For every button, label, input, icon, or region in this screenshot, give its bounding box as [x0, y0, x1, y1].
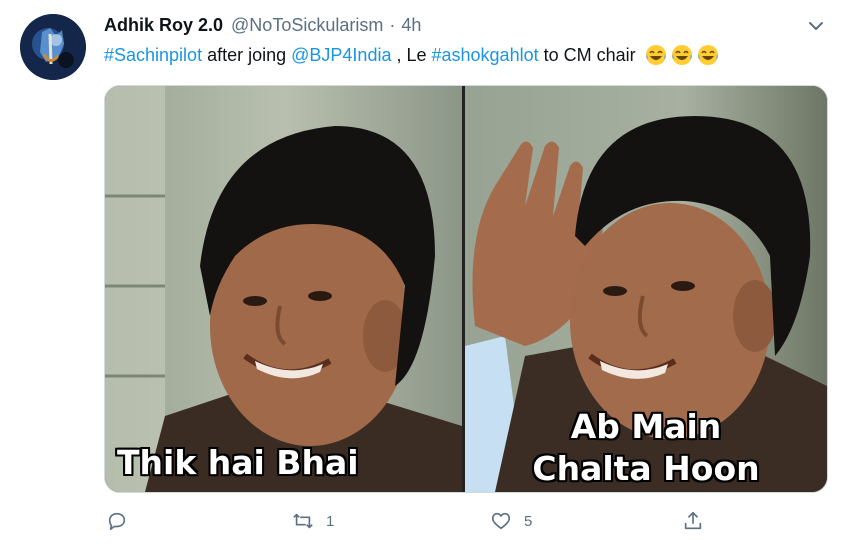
reply-button[interactable] — [106, 506, 128, 536]
retweet-button[interactable]: 1 — [292, 506, 334, 536]
meme-caption-right-line2: Chalta Hoon — [532, 449, 760, 488]
mention-bjp4india[interactable]: @BJP4India — [291, 45, 391, 66]
hashtag-ashokgahlot[interactable]: #ashokgahlot — [432, 45, 539, 66]
hashtag-sachinpilot[interactable]: #Sachinpilot — [104, 45, 202, 66]
tweet-text-part: after joing — [202, 44, 292, 65]
share-icon — [684, 511, 702, 530]
meme-panel-right: Ab Main Chalta Hoon — [465, 86, 827, 492]
tweet-text: #Sachinpilot after joing @BJP4India , Le… — [104, 44, 719, 66]
meme-caption-left: Thik hai Bhai — [117, 443, 359, 482]
retweet-icon — [293, 513, 313, 529]
like-count: 5 — [524, 512, 533, 530]
author-handle[interactable]: @NoToSickularism — [231, 15, 383, 36]
meme-panel-left: Thik hai Bhai — [105, 86, 462, 492]
tweet-actions: 1 5 — [104, 506, 826, 536]
retweet-count: 1 — [326, 512, 335, 530]
laughing-tears-emoji — [671, 45, 692, 65]
meme-caption-right: Ab Main Chalta Hoon — [465, 406, 827, 490]
tweet-text-part: to CM chair — [538, 44, 641, 65]
share-button[interactable] — [682, 506, 704, 536]
author-name[interactable]: Adhik Roy 2.0 — [104, 15, 223, 36]
tweet-text-part: , Le — [391, 44, 432, 65]
tweet: Adhik Roy 2.0 @NoToSickularism · 4h #Sac… — [0, 0, 850, 548]
separator-dot: · — [389, 14, 396, 35]
laughing-tears-emoji — [697, 45, 718, 65]
meme-caption-right-line1: Ab Main — [570, 407, 722, 446]
tweet-timestamp[interactable]: 4h — [401, 15, 421, 36]
reply-icon — [108, 512, 126, 531]
laughing-tears-emoji — [645, 45, 666, 65]
meme-image-left — [105, 86, 462, 492]
chevron-down-icon[interactable] — [806, 16, 826, 36]
avatar[interactable] — [20, 14, 86, 80]
tweet-media[interactable]: Thik hai Bhai Ab Main Chalta Hoon — [104, 85, 828, 493]
tweet-header: Adhik Roy 2.0 @NoToSickularism · 4h — [104, 14, 421, 36]
like-button[interactable]: 5 — [490, 506, 532, 536]
heart-icon — [491, 512, 511, 530]
